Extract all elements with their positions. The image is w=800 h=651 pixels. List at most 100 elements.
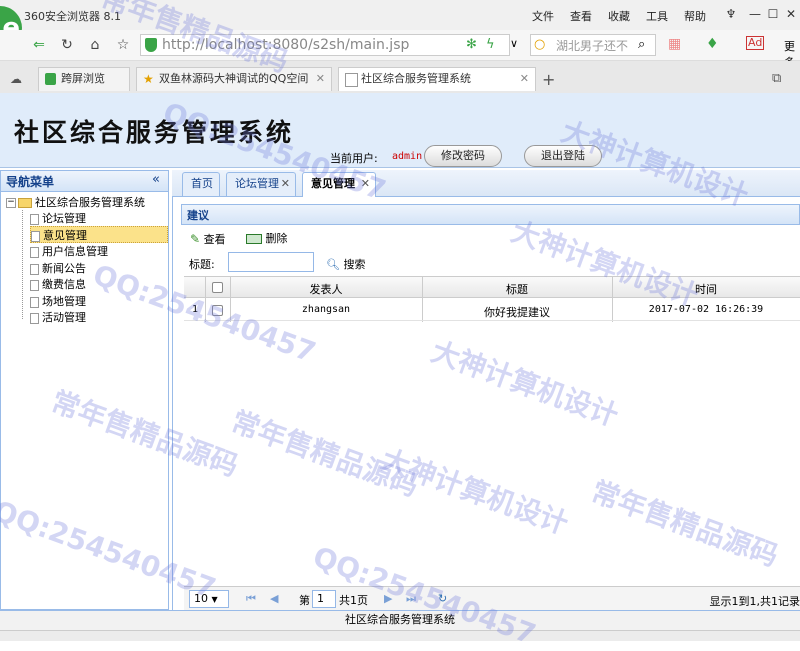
cloud-icon[interactable]: ☁ xyxy=(10,72,22,86)
nav-item-label: 场地管理 xyxy=(42,295,86,308)
tab-feedback[interactable]: 意见管理✕ xyxy=(302,172,376,197)
nav-item-payment[interactable]: 缴费信息 xyxy=(30,276,168,293)
pager-info: 显示1到1,共1记录 xyxy=(710,593,800,609)
nav-item-activity[interactable]: 活动管理 xyxy=(30,309,168,326)
document-icon xyxy=(30,214,39,225)
document-icon xyxy=(31,231,40,242)
delete-button[interactable]: 删除 xyxy=(246,232,288,246)
menu-favorites[interactable]: 收藏 xyxy=(608,8,630,24)
footer: 社区综合服务管理系统 xyxy=(0,610,800,631)
close-tab-icon[interactable]: ✕ xyxy=(281,173,290,195)
grid-divider xyxy=(205,276,206,322)
nav-item-venue[interactable]: 场地管理 xyxy=(30,293,168,310)
browser-tab-crossscreen[interactable]: 跨屏浏览 xyxy=(38,67,130,91)
pencil-icon: ✎ xyxy=(190,232,200,246)
app-title: 社区综合服务管理系统 xyxy=(14,113,294,149)
nav-item-label: 用户信息管理 xyxy=(42,245,108,258)
tab-forum[interactable]: 论坛管理✕ xyxy=(226,172,296,196)
chevron-down-icon[interactable]: ∨ xyxy=(510,37,518,50)
adblock-icon[interactable]: Ad xyxy=(746,36,764,50)
apps-icon[interactable]: ▦ xyxy=(668,36,681,52)
nav-item-users[interactable]: 用户信息管理 xyxy=(30,243,168,260)
column-author[interactable]: 发表人 xyxy=(230,281,422,297)
star-icon[interactable]: ☆ xyxy=(114,36,132,54)
prev-page-icon[interactable]: ◀ xyxy=(270,592,278,605)
menu-view[interactable]: 查看 xyxy=(570,8,592,24)
security-icon[interactable]: ♦ xyxy=(706,36,719,52)
page-size-select[interactable]: 10 ▼ xyxy=(189,590,229,608)
nav-item-label: 缴费信息 xyxy=(42,278,86,291)
star-tab-icon: ★ xyxy=(143,68,154,80)
menu-tools[interactable]: 工具 xyxy=(646,8,668,24)
nav-item-feedback[interactable]: 意见管理 xyxy=(30,226,168,243)
row-checkbox[interactable] xyxy=(212,305,223,316)
browser-search-text: 湖北男子还不 xyxy=(556,37,628,54)
nav-item-label: 论坛管理 xyxy=(42,212,86,225)
delete-label: 删除 xyxy=(266,232,288,245)
nav-title: 导航菜单 xyxy=(6,173,54,190)
new-tab-button[interactable]: + xyxy=(542,70,555,89)
browser-tab-label: 跨屏浏览 xyxy=(61,72,105,85)
page-total: 共1页 xyxy=(339,592,368,608)
first-page-icon[interactable]: ⏮︎ xyxy=(246,592,256,606)
nav-item-label: 活动管理 xyxy=(42,311,86,324)
collapse-icon[interactable]: « xyxy=(152,172,160,187)
view-button[interactable]: ✎ 查看 xyxy=(190,232,226,246)
tree-toggle-icon[interactable]: − xyxy=(6,198,16,208)
shield-icon xyxy=(145,38,157,52)
menu-file[interactable]: 文件 xyxy=(532,8,554,24)
page-prefix: 第 xyxy=(299,592,310,608)
last-page-icon[interactable]: ⏭︎ xyxy=(406,592,416,606)
phone-icon xyxy=(45,73,56,85)
cell-time[interactable]: 2017-07-02 16:26:39 xyxy=(612,304,800,315)
nav-item-label: 新闻公告 xyxy=(42,262,86,275)
close-window-button[interactable]: ✕ xyxy=(782,6,800,22)
browser-title: 360安全浏览器 8.1 xyxy=(24,8,121,24)
gear-icon[interactable]: ✻ xyxy=(466,37,477,52)
column-time[interactable]: 时间 xyxy=(612,281,800,297)
magnifier-icon[interactable]: ⌕ xyxy=(638,37,645,52)
shirt-icon[interactable]: ♆ xyxy=(722,6,740,22)
page-number-input[interactable]: 1 xyxy=(312,590,336,608)
close-tab-icon[interactable]: ✕ xyxy=(316,68,325,90)
minimize-button[interactable]: — xyxy=(746,6,764,22)
current-user-label: 当前用户: xyxy=(330,150,378,166)
select-all-checkbox[interactable] xyxy=(212,282,223,293)
row-number: 1 xyxy=(186,304,204,315)
browser-tab-qqzone[interactable]: ★双鱼林源码大神调试的QQ空间✕ xyxy=(136,67,332,91)
url-text: http://localhost:8080/s2sh/main.jsp xyxy=(162,37,409,53)
back-arrow-icon[interactable]: ⇐ xyxy=(30,36,48,54)
refresh-page-icon[interactable]: ↻ xyxy=(438,592,447,605)
nav-item-label: 意见管理 xyxy=(43,229,87,242)
menu-help[interactable]: 帮助 xyxy=(684,8,706,24)
status-bar xyxy=(0,630,800,641)
close-tab-icon[interactable]: ✕ xyxy=(361,173,370,195)
tree-root[interactable]: −社区综合服务管理系统 xyxy=(6,194,145,211)
column-title[interactable]: 标题 xyxy=(422,281,612,297)
document-icon xyxy=(30,313,39,324)
panel-header xyxy=(181,204,800,225)
logout-button[interactable]: 退出登陆 xyxy=(524,145,602,167)
tab-home[interactable]: 首页 xyxy=(182,172,220,196)
restore-tabs-icon[interactable]: ⧉ xyxy=(772,71,781,86)
cell-title[interactable]: 你好我提建议 xyxy=(422,304,612,320)
nav-item-news[interactable]: 新闻公告 xyxy=(30,260,168,277)
next-page-icon[interactable]: ▶ xyxy=(384,592,392,605)
search-label: 搜索 xyxy=(343,258,365,271)
search-button[interactable]: 🔍︎ 搜索 xyxy=(326,256,365,272)
browser-tab-active[interactable]: 社区综合服务管理系统✕ xyxy=(338,67,536,91)
maximize-button[interactable]: ☐ xyxy=(764,6,782,22)
change-password-button[interactable]: 修改密码 xyxy=(424,145,502,167)
cell-author[interactable]: zhangsan xyxy=(230,304,422,315)
current-user: admin xyxy=(392,151,422,162)
nav-item-forum[interactable]: 论坛管理 xyxy=(30,210,168,227)
row-separator xyxy=(184,320,800,321)
search-icon: 🔍︎ xyxy=(326,258,340,271)
title-search-input[interactable] xyxy=(228,252,314,272)
document-icon xyxy=(30,247,39,258)
search-engine-icon: ○ xyxy=(534,37,545,52)
close-tab-icon[interactable]: ✕ xyxy=(520,68,529,90)
lightning-icon[interactable]: ϟ xyxy=(486,37,495,52)
refresh-icon[interactable]: ↻ xyxy=(58,36,76,54)
home-icon[interactable]: ⌂ xyxy=(86,36,104,54)
